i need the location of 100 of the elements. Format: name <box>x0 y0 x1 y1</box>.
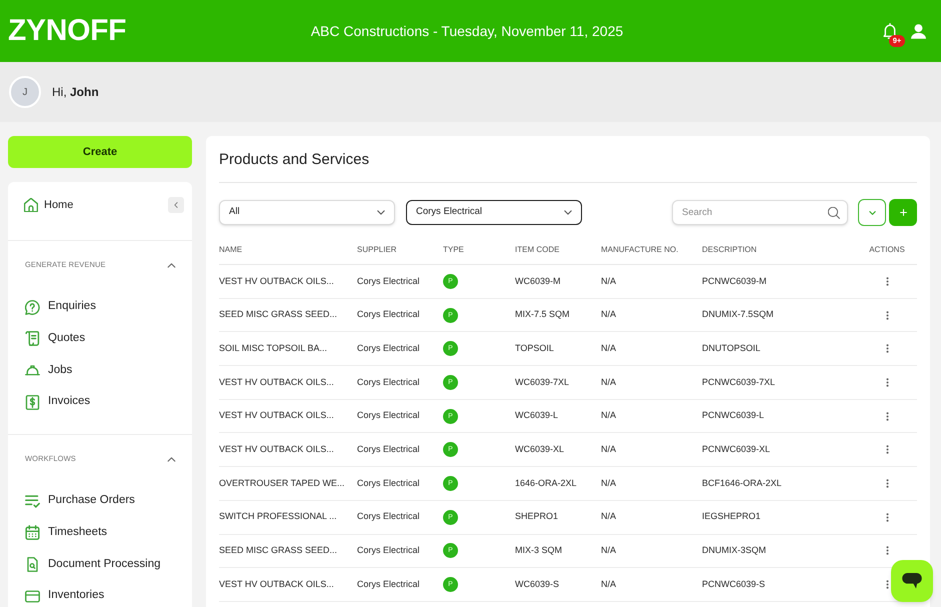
table-cell-text: Corys Electrical <box>357 409 420 422</box>
avatar[interactable]: J <box>9 76 41 108</box>
table-cell-text: N/A <box>601 443 616 456</box>
hard-hat-icon <box>25 362 40 378</box>
search-icon <box>828 206 840 218</box>
table-cell-text: WC6039-M <box>515 274 561 288</box>
bell-icon[interactable] <box>883 23 897 39</box>
list-check-icon <box>25 494 40 509</box>
table-cell-text: BCF1646-ORA-2XL <box>702 476 782 490</box>
sidebar-item[interactable]: Invoices <box>25 390 90 414</box>
table-cell-text: VEST HV OUTBACK OILS... <box>219 376 334 389</box>
vertical-dots-icon[interactable] <box>886 546 888 556</box>
chat-bubble-icon <box>902 573 922 589</box>
table-cell-text: VEST HV OUTBACK OILS... <box>219 409 334 422</box>
vertical-dots-icon[interactable] <box>886 512 888 522</box>
collapse-button[interactable] <box>168 197 184 213</box>
column-header[interactable]: NAME <box>219 244 242 256</box>
chevron-up-icon[interactable] <box>167 262 176 268</box>
table-cell-text: N/A <box>601 578 616 591</box>
table-cell-text: DNUMIX-3SQM <box>702 544 766 558</box>
table-cell-text: SHEPRO1 <box>515 510 558 524</box>
table-cell-text: Corys Electrical <box>357 274 420 288</box>
scroll-icon <box>25 331 40 346</box>
table-cell-text: PCNWC6039-7XL <box>702 376 776 389</box>
home-icon <box>24 198 38 212</box>
table-cell-text: DNUMIX-7.5SQM <box>702 308 774 322</box>
table-cell-text: SOIL MISC TOPSOIL BA... <box>219 342 328 355</box>
calendar-icon <box>25 525 40 540</box>
vertical-dots-icon[interactable] <box>886 276 888 286</box>
add-button[interactable] <box>889 199 917 226</box>
create-button[interactable]: Create <box>8 136 192 168</box>
chevron-up-icon[interactable] <box>167 456 176 462</box>
table-cell-text: Corys Electrical <box>357 544 420 558</box>
table-cell-text: Corys Electrical <box>357 376 420 389</box>
vertical-dots-icon[interactable] <box>886 580 888 590</box>
table-cell-text: Corys Electrical <box>357 342 420 355</box>
vertical-dots-icon[interactable] <box>886 378 888 387</box>
sidebar-item[interactable]: Document Processing <box>25 552 160 576</box>
dollar-document-icon <box>25 394 40 410</box>
vertical-dots-icon[interactable] <box>886 412 888 421</box>
plus-icon <box>900 209 906 216</box>
table-cell-text: VEST HV OUTBACK OILS... <box>219 443 334 456</box>
chevron-down-icon <box>868 210 876 214</box>
column-header[interactable]: DESCRIPTION <box>702 244 757 256</box>
chevron-left-icon <box>174 202 178 208</box>
sidebar-item[interactable]: Purchase Orders <box>25 489 135 514</box>
document-search-icon <box>25 556 40 572</box>
table-cell-text: N/A <box>601 342 616 355</box>
sidebar-item[interactable]: Inventories <box>25 584 104 607</box>
greeting-text: Hi, John <box>52 84 99 101</box>
vertical-dots-icon[interactable] <box>886 310 888 320</box>
sidebar-item[interactable]: Home <box>24 197 74 213</box>
vertical-dots-icon[interactable] <box>886 344 888 354</box>
table-cell-text: MIX-3 SQM <box>515 544 562 558</box>
table-cell-text: Corys Electrical <box>357 578 420 591</box>
table-cell-text: OVERTROUSER TAPED WE... <box>219 476 345 490</box>
column-header[interactable]: TYPE <box>443 244 464 256</box>
column-header[interactable]: MANUFACTURE NO. <box>601 244 678 256</box>
table-cell-text: N/A <box>601 308 616 322</box>
user-icon[interactable] <box>911 24 926 38</box>
column-header[interactable]: ITEM CODE <box>515 244 560 256</box>
chat-button[interactable] <box>891 560 933 602</box>
sidebar-item[interactable]: Enquiries <box>25 295 96 319</box>
table-cell-text: SEED MISC GRASS SEED... <box>219 308 338 322</box>
table-cell-text: PCNWC6039-XL <box>702 443 770 456</box>
vertical-dots-icon[interactable] <box>886 478 888 488</box>
question-bubble-icon <box>25 300 40 314</box>
expand-button[interactable] <box>858 199 886 226</box>
table-cell-text: N/A <box>601 274 616 288</box>
dropdown[interactable]: All <box>219 200 395 225</box>
column-header[interactable]: ACTIONS <box>869 244 905 256</box>
dropdown[interactable]: Corys Electrical <box>406 200 582 225</box>
search-field[interactable]: Search <box>672 200 848 225</box>
table-cell-text: 1646-ORA-2XL <box>515 476 577 490</box>
table-cell-text: IEGSHEPRO1 <box>702 510 761 524</box>
sidebar-item[interactable]: Jobs <box>25 358 72 382</box>
table-cell-text: N/A <box>601 476 616 490</box>
column-header[interactable]: SUPPLIER <box>357 244 397 256</box>
vertical-dots-icon[interactable] <box>886 445 888 454</box>
table-cell-text: Corys Electrical <box>357 510 420 524</box>
table-cell-text: DNUTOPSOIL <box>702 342 760 355</box>
table-cell-text: SEED MISC GRASS SEED... <box>219 544 338 558</box>
chevron-down-icon <box>377 210 385 215</box>
header-title: ABC Constructions - Tuesday, November 11, 2025 <box>310 24 624 38</box>
sidebar-item[interactable]: Quotes <box>25 326 86 351</box>
page-title: Products and Services <box>219 150 370 170</box>
table-cell-text: WC6039-7XL <box>515 376 570 389</box>
card-icon <box>25 588 40 604</box>
table-cell-text: VEST HV OUTBACK OILS... <box>219 578 334 591</box>
table-cell-text: N/A <box>601 409 616 422</box>
table-cell-text: N/A <box>601 376 616 389</box>
table-cell-text: WC6039-XL <box>515 443 564 456</box>
table-cell-text: VEST HV OUTBACK OILS... <box>219 274 334 288</box>
table-cell-text: PCNWC6039-M <box>702 274 767 288</box>
table-cell-text: N/A <box>601 510 616 524</box>
table-cell-text: MIX-7.5 SQM <box>515 308 570 322</box>
sidebar-item[interactable]: Timesheets <box>25 520 108 545</box>
table-cell-text: PCNWC6039-S <box>702 578 766 591</box>
table-cell-text: Corys Electrical <box>357 476 420 490</box>
table-cell-text: TOPSOIL <box>515 342 554 355</box>
